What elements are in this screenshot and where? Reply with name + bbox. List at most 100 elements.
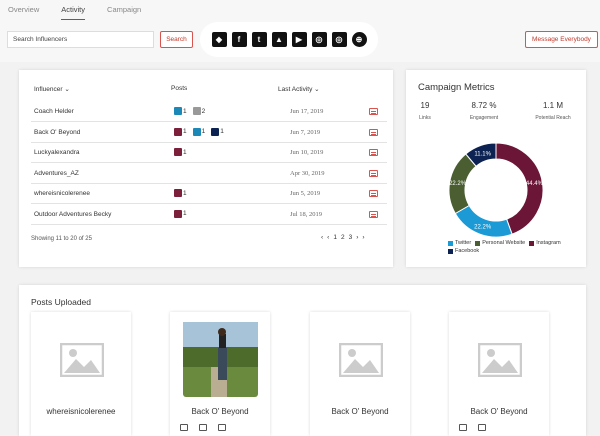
last-activity-date: Jun 17, 2019 bbox=[290, 108, 324, 115]
message-icon[interactable] bbox=[369, 128, 378, 136]
last-activity-date: Jun 5, 2019 bbox=[290, 190, 321, 197]
metrics-title: Campaign Metrics bbox=[418, 82, 495, 93]
legend-item[interactable]: Twitter bbox=[448, 240, 471, 246]
donut-label: 22.2% bbox=[449, 181, 467, 187]
globe-icon[interactable]: ⊕ bbox=[351, 32, 367, 47]
influencer-header[interactable]: Influencer ⌄ bbox=[34, 85, 70, 93]
post-card[interactable]: Back O' Beyond bbox=[449, 312, 549, 436]
diamond-icon[interactable]: ◆ bbox=[211, 32, 227, 47]
donut-label: 22.2% bbox=[474, 225, 492, 231]
stat-engagement: 8.72 % Engagement bbox=[454, 101, 514, 121]
message-icon[interactable] bbox=[369, 108, 378, 115]
table-row[interactable]: whereisnicolerenee 1 Jun 5, 2019 bbox=[31, 184, 387, 204]
tab-overview[interactable]: Overview bbox=[8, 5, 39, 20]
post-author: Back O' Beyond bbox=[191, 407, 249, 416]
post-card[interactable]: Back O' Beyond bbox=[170, 312, 270, 436]
table-row[interactable]: Coach Helder 1 2 Jun 17, 2019 bbox=[31, 102, 387, 122]
stat-value: 19 bbox=[420, 101, 430, 110]
legend-swatch bbox=[529, 240, 535, 246]
pagination: ‹ ‹ 1 2 3 › › bbox=[321, 234, 365, 241]
like-icon[interactable] bbox=[180, 424, 188, 431]
post-count: 1 bbox=[183, 148, 187, 156]
legend-label: Personal Website bbox=[482, 240, 526, 246]
stat-label: Links bbox=[419, 115, 431, 121]
influencer-name[interactable]: Adventures_AZ bbox=[34, 170, 79, 177]
showing-text: Showing 11 to 20 of 25 bbox=[31, 236, 92, 242]
stat-value: 8.72 % bbox=[471, 101, 497, 110]
next-page-icon[interactable]: › bbox=[356, 234, 358, 241]
posts-cell: 1 bbox=[174, 209, 193, 218]
instagram-alt-icon[interactable]: ◎ bbox=[331, 32, 347, 47]
instagram-icon bbox=[174, 148, 182, 156]
instagram-icon[interactable]: ◎ bbox=[311, 32, 327, 47]
posts-uploaded-card: Posts Uploaded whereisnicolerenee Back O'… bbox=[19, 285, 586, 436]
message-icon[interactable] bbox=[369, 190, 378, 197]
search-button[interactable]: Search bbox=[160, 31, 193, 48]
posts-cell: 12 bbox=[174, 107, 211, 115]
message-icon[interactable] bbox=[369, 210, 378, 218]
donut-label: 11.1% bbox=[474, 151, 491, 157]
influencer-name[interactable]: Back O' Beyond bbox=[34, 129, 80, 136]
message-everybody-button[interactable]: Message Everybody bbox=[525, 31, 598, 48]
twitter-icon bbox=[174, 107, 182, 115]
legend-swatch bbox=[448, 240, 453, 246]
legend-item[interactable]: Facebook bbox=[448, 248, 479, 254]
last-page-icon[interactable]: › bbox=[362, 234, 364, 241]
youtube-icon[interactable]: ▶ bbox=[291, 32, 307, 47]
influencer-name[interactable]: Outdoor Adventures Becky bbox=[34, 211, 111, 218]
last-activity-date: Apr 30, 2019 bbox=[290, 169, 325, 177]
post-author: Back O' Beyond bbox=[470, 407, 528, 416]
comment-icon[interactable] bbox=[478, 424, 486, 431]
legend-label: Twitter bbox=[455, 240, 472, 246]
campaign-metrics-card: Campaign Metrics 19 Links 8.72 % Engagem… bbox=[406, 70, 586, 267]
legend-label: Instagram bbox=[536, 240, 561, 246]
comment-icon[interactable] bbox=[199, 424, 207, 431]
last-activity-date: Jul 18, 2019 bbox=[290, 210, 322, 218]
post-count: 1 bbox=[183, 210, 187, 217]
prev-page-icon[interactable]: ‹ bbox=[327, 234, 329, 241]
like-icon[interactable] bbox=[459, 424, 467, 431]
post-photo bbox=[183, 322, 258, 397]
facebook-icon bbox=[211, 127, 220, 136]
post-count: 1 bbox=[183, 107, 187, 115]
influencer-name[interactable]: Luckyalexandra bbox=[34, 149, 80, 156]
page-2[interactable]: 2 bbox=[341, 234, 345, 241]
legend-item[interactable]: Instagram bbox=[529, 240, 561, 246]
post-card[interactable]: whereisnicolerenee bbox=[31, 312, 131, 436]
influencer-name[interactable]: whereisnicolerenee bbox=[34, 190, 90, 197]
instagram-icon bbox=[174, 127, 182, 136]
last-activity-date: Jun 10, 2019 bbox=[290, 149, 324, 156]
influencer-name[interactable]: Coach Helder bbox=[34, 108, 74, 115]
message-icon[interactable] bbox=[369, 149, 378, 156]
share-icon[interactable] bbox=[218, 424, 226, 431]
message-icon[interactable] bbox=[369, 169, 378, 177]
table-row[interactable]: Back O' Beyond 1 1 1 Jun 7, 2019 bbox=[31, 123, 387, 143]
table-row[interactable]: Adventures_AZ Apr 30, 2019 bbox=[31, 164, 387, 184]
twitter-icon[interactable]: t bbox=[251, 32, 267, 47]
tab-activity[interactable]: Activity bbox=[61, 5, 86, 20]
page-1[interactable]: 1 bbox=[333, 234, 337, 241]
last-activity-header[interactable]: Last Activity ⌄ bbox=[278, 85, 320, 93]
tab-campaign[interactable]: Campaign bbox=[107, 5, 141, 20]
facebook-icon[interactable]: f bbox=[231, 32, 247, 47]
search-input[interactable] bbox=[7, 31, 154, 48]
donut-slice-twitter[interactable] bbox=[454, 204, 513, 238]
first-page-icon[interactable]: ‹ bbox=[321, 234, 323, 241]
instagram-icon bbox=[174, 189, 182, 197]
stat-label: Potential Reach bbox=[535, 115, 571, 121]
table-row[interactable]: Luckyalexandra 1 Jun 10, 2019 bbox=[31, 143, 387, 163]
legend-swatch bbox=[448, 248, 453, 254]
legend-item[interactable]: Personal Website bbox=[475, 240, 525, 246]
post-card[interactable]: Back O' Beyond bbox=[310, 312, 410, 436]
posts-cell: 1 bbox=[174, 189, 193, 197]
image-placeholder-icon bbox=[44, 322, 119, 397]
top-bar: Overview Activity Campaign Search ◆ f t … bbox=[0, 0, 600, 62]
posts-cell: 1 1 1 bbox=[174, 127, 230, 136]
post-count: 1 bbox=[183, 128, 187, 135]
page-3[interactable]: 3 bbox=[349, 234, 353, 241]
last-activity-date: Jun 7, 2019 bbox=[290, 128, 321, 136]
legend-swatch bbox=[475, 240, 481, 246]
strava-icon[interactable]: ▲ bbox=[271, 32, 287, 47]
post-actions bbox=[459, 424, 486, 431]
table-row[interactable]: Outdoor Adventures Becky 1 Jul 18, 2019 bbox=[31, 205, 387, 225]
